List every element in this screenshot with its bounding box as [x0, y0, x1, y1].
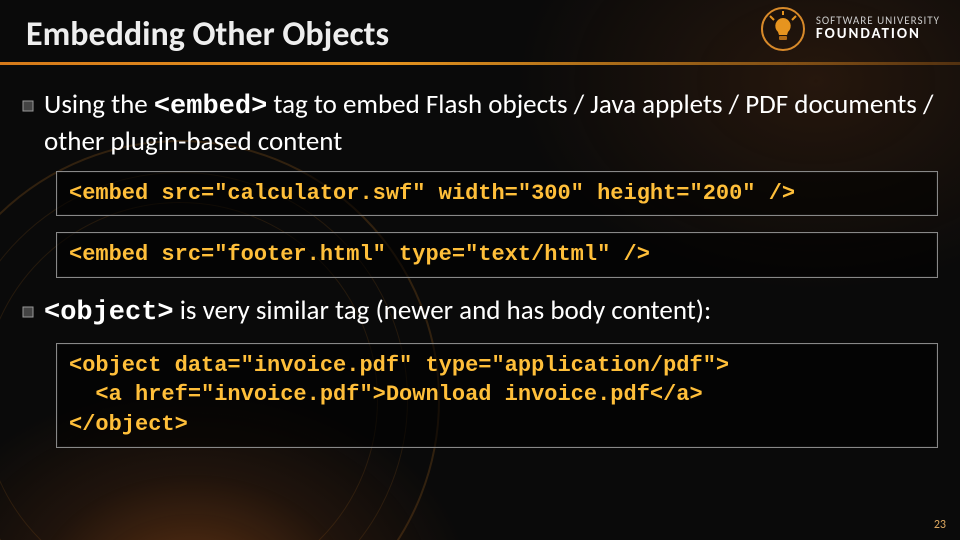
title-underline — [0, 62, 960, 65]
logo-text-line2: FOUNDATION — [816, 27, 940, 43]
bullet-item: Using the <embed> tag to embed Flash obj… — [22, 88, 938, 159]
page-number: 23 — [934, 518, 946, 532]
slide-title: Embedding Other Objects — [26, 14, 389, 55]
bullet-marker-icon — [22, 306, 36, 318]
bullet-inline-code: <object> — [44, 298, 174, 328]
slide-body: Using the <embed> tag to embed Flash obj… — [22, 88, 938, 464]
lightbulb-icon — [760, 6, 806, 52]
bullet-item: <object> is very similar tag (newer and … — [22, 294, 938, 331]
bullet-text-post: is very similar tag (newer and has body … — [174, 294, 712, 327]
code-block: <object data="invoice.pdf" type="applica… — [56, 343, 938, 448]
brand-logo: SOFTWARE UNIVERSITY FOUNDATION — [760, 6, 940, 52]
code-block: <embed src="calculator.swf" width="300" … — [56, 171, 938, 217]
bullet-inline-code: <embed> — [154, 92, 267, 122]
code-block: <embed src="footer.html" type="text/html… — [56, 232, 938, 278]
bullet-text-pre: Using the — [44, 88, 154, 121]
bullet-marker-icon — [22, 100, 36, 112]
